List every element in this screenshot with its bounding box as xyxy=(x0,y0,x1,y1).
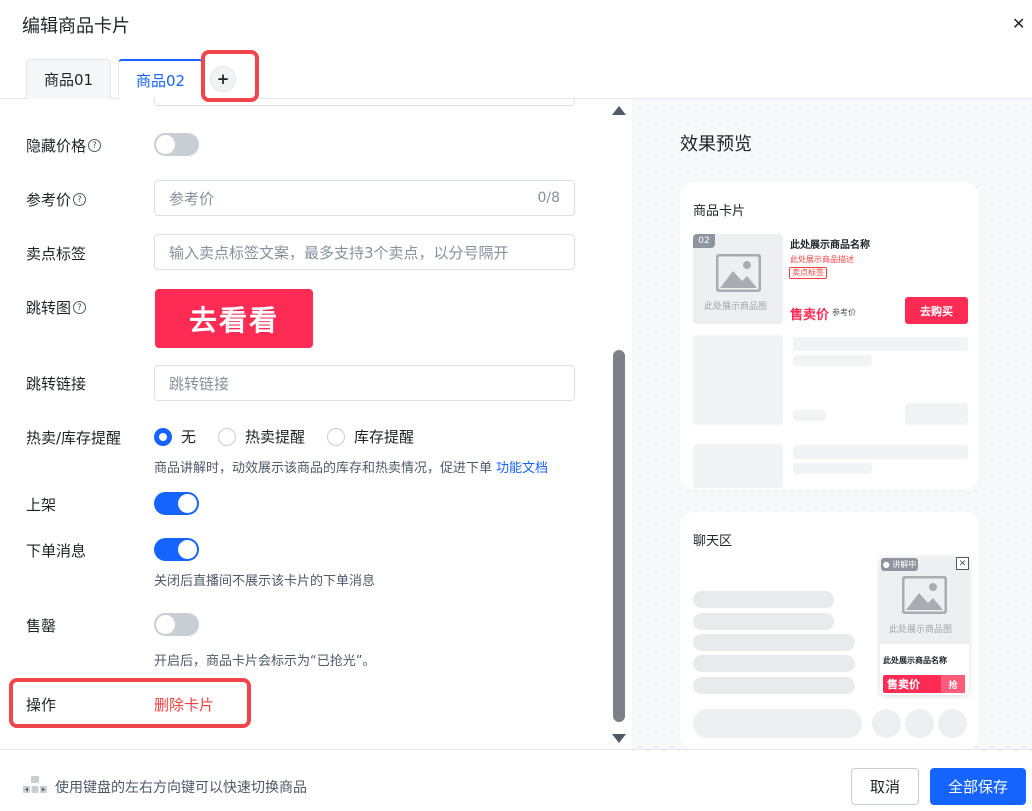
product-description: 此处展示商品描述 xyxy=(790,255,854,264)
chat-message-skeleton xyxy=(693,677,855,694)
chat-message-skeleton xyxy=(693,613,834,630)
jump-image-upload[interactable]: 去看看 xyxy=(155,289,313,348)
operation-label: 操作 xyxy=(26,696,57,714)
tab-product-02[interactable]: 商品02 xyxy=(118,59,203,100)
floating-image-text: 此处展示商品图 xyxy=(889,625,953,635)
selling-tags-input[interactable]: 输入卖点标签文案，最多支持3个卖点，以分号隔开 xyxy=(154,234,575,270)
toggle-knob xyxy=(178,540,197,559)
radio-hot-sale[interactable]: 热卖提醒 xyxy=(218,426,305,447)
scroll-up-arrow-icon[interactable] xyxy=(612,106,626,115)
selling-tags-label: 卖点标签 xyxy=(26,245,87,263)
help-icon[interactable]: ? xyxy=(73,193,87,206)
scroll-down-arrow-icon[interactable] xyxy=(612,734,626,743)
skeleton-line xyxy=(793,337,968,351)
skeleton-image xyxy=(693,335,783,425)
image-placeholder-icon xyxy=(716,254,761,292)
listed-label: 上架 xyxy=(26,496,57,514)
skeleton-line xyxy=(793,463,872,474)
radio-dot xyxy=(218,427,237,446)
explaining-badge: ● 讲解中 xyxy=(881,558,918,571)
chat-action-skeleton xyxy=(872,709,901,738)
order-message-label: 下单消息 xyxy=(26,542,87,560)
help-icon[interactable]: ? xyxy=(88,139,102,152)
radio-none[interactable]: 无 xyxy=(154,426,196,447)
chat-action-skeleton xyxy=(938,709,967,738)
sold-out-label: 售罄 xyxy=(26,617,57,635)
hot-stock-radio-group: 无 热卖提醒 库存提醒 xyxy=(154,426,436,447)
grab-label: 抢 xyxy=(941,675,965,693)
hide-price-label: 隐藏价格? xyxy=(26,135,102,156)
help-icon[interactable]: ? xyxy=(73,301,87,314)
radio-stock[interactable]: 库存提醒 xyxy=(327,426,414,447)
floating-price-bar: 售卖价 抢 xyxy=(883,675,965,693)
sold-out-hint: 开启后，商品卡片会标示为“已抢光”。 xyxy=(154,654,376,669)
preview-title: 效果预览 xyxy=(680,134,752,155)
product-name: 此处展示商品名称 xyxy=(790,240,870,251)
product-card-title: 商品卡片 xyxy=(693,204,746,219)
toggle-knob xyxy=(178,494,197,513)
selling-tag-badge: 卖点标签 xyxy=(789,267,827,279)
skeleton-button xyxy=(905,403,968,425)
jump-link-input[interactable]: 跳转链接 xyxy=(154,365,575,401)
cancel-button[interactable]: 取消 xyxy=(851,768,919,805)
char-counter: 0/8 xyxy=(537,190,560,206)
hot-stock-hint: 商品讲解时，动效展示该商品的库存和热卖情况，促进下单 功能文档 xyxy=(154,461,549,476)
product-image-text: 此处展示商品图 xyxy=(704,302,768,312)
skeleton-line xyxy=(793,445,968,459)
jump-image-label: 跳转图? xyxy=(26,297,87,318)
hot-stock-label: 热卖/库存提醒 xyxy=(26,429,122,447)
reference-price-input[interactable]: 参考价 0/8 xyxy=(154,180,575,216)
skeleton-line xyxy=(793,355,872,366)
scrollbar-thumb[interactable] xyxy=(613,350,625,722)
tab-bar: 商品01 商品02 + xyxy=(0,55,1032,100)
keyboard-tip: 使用键盘的左右方向键可以快速切换商品 xyxy=(55,780,307,796)
tab-product-01[interactable]: 商品01 xyxy=(26,59,111,99)
chat-area-title: 聊天区 xyxy=(693,534,733,549)
floating-product-name: 此处展示商品名称 xyxy=(883,656,947,665)
delete-card-button[interactable]: 删除卡片 xyxy=(154,694,214,715)
skeleton-image xyxy=(693,444,783,488)
order-message-toggle[interactable] xyxy=(154,538,199,561)
toggle-knob xyxy=(156,615,175,634)
buy-button: 去购买 xyxy=(905,297,968,324)
sold-out-toggle[interactable] xyxy=(154,613,199,636)
save-all-button[interactable]: 全部保存 xyxy=(930,768,1026,805)
reference-price-label: 参考价? xyxy=(26,189,87,210)
image-placeholder-icon xyxy=(902,576,947,614)
chat-message-skeleton xyxy=(693,591,834,608)
keyboard-arrows-icon xyxy=(23,776,47,793)
chat-input-skeleton xyxy=(693,709,862,738)
radio-dot xyxy=(154,427,172,446)
listed-toggle[interactable] xyxy=(154,492,199,515)
add-tab-button[interactable]: + xyxy=(210,66,236,92)
chat-message-skeleton xyxy=(693,634,855,651)
dialog-title: 编辑商品卡片 xyxy=(22,16,130,37)
hide-price-toggle[interactable] xyxy=(154,133,199,156)
radio-dot xyxy=(327,427,346,446)
close-icon: ✕ xyxy=(956,557,969,570)
product-price-label: 售卖价 xyxy=(790,308,830,323)
jump-link-label: 跳转链接 xyxy=(26,375,87,393)
reference-price-label-preview: 参考价 xyxy=(832,308,856,317)
toggle-knob xyxy=(156,135,175,154)
skeleton-line xyxy=(793,410,826,421)
doc-link[interactable]: 功能文档 xyxy=(496,461,548,476)
previous-input-edge xyxy=(154,98,575,106)
product-index-badge: 02 xyxy=(693,234,715,248)
order-message-hint: 关闭后直播间不展示该卡片的下单消息 xyxy=(154,574,376,589)
chat-message-skeleton xyxy=(693,655,855,672)
chat-action-skeleton xyxy=(905,709,934,738)
close-icon[interactable]: ✕ xyxy=(1012,14,1025,33)
